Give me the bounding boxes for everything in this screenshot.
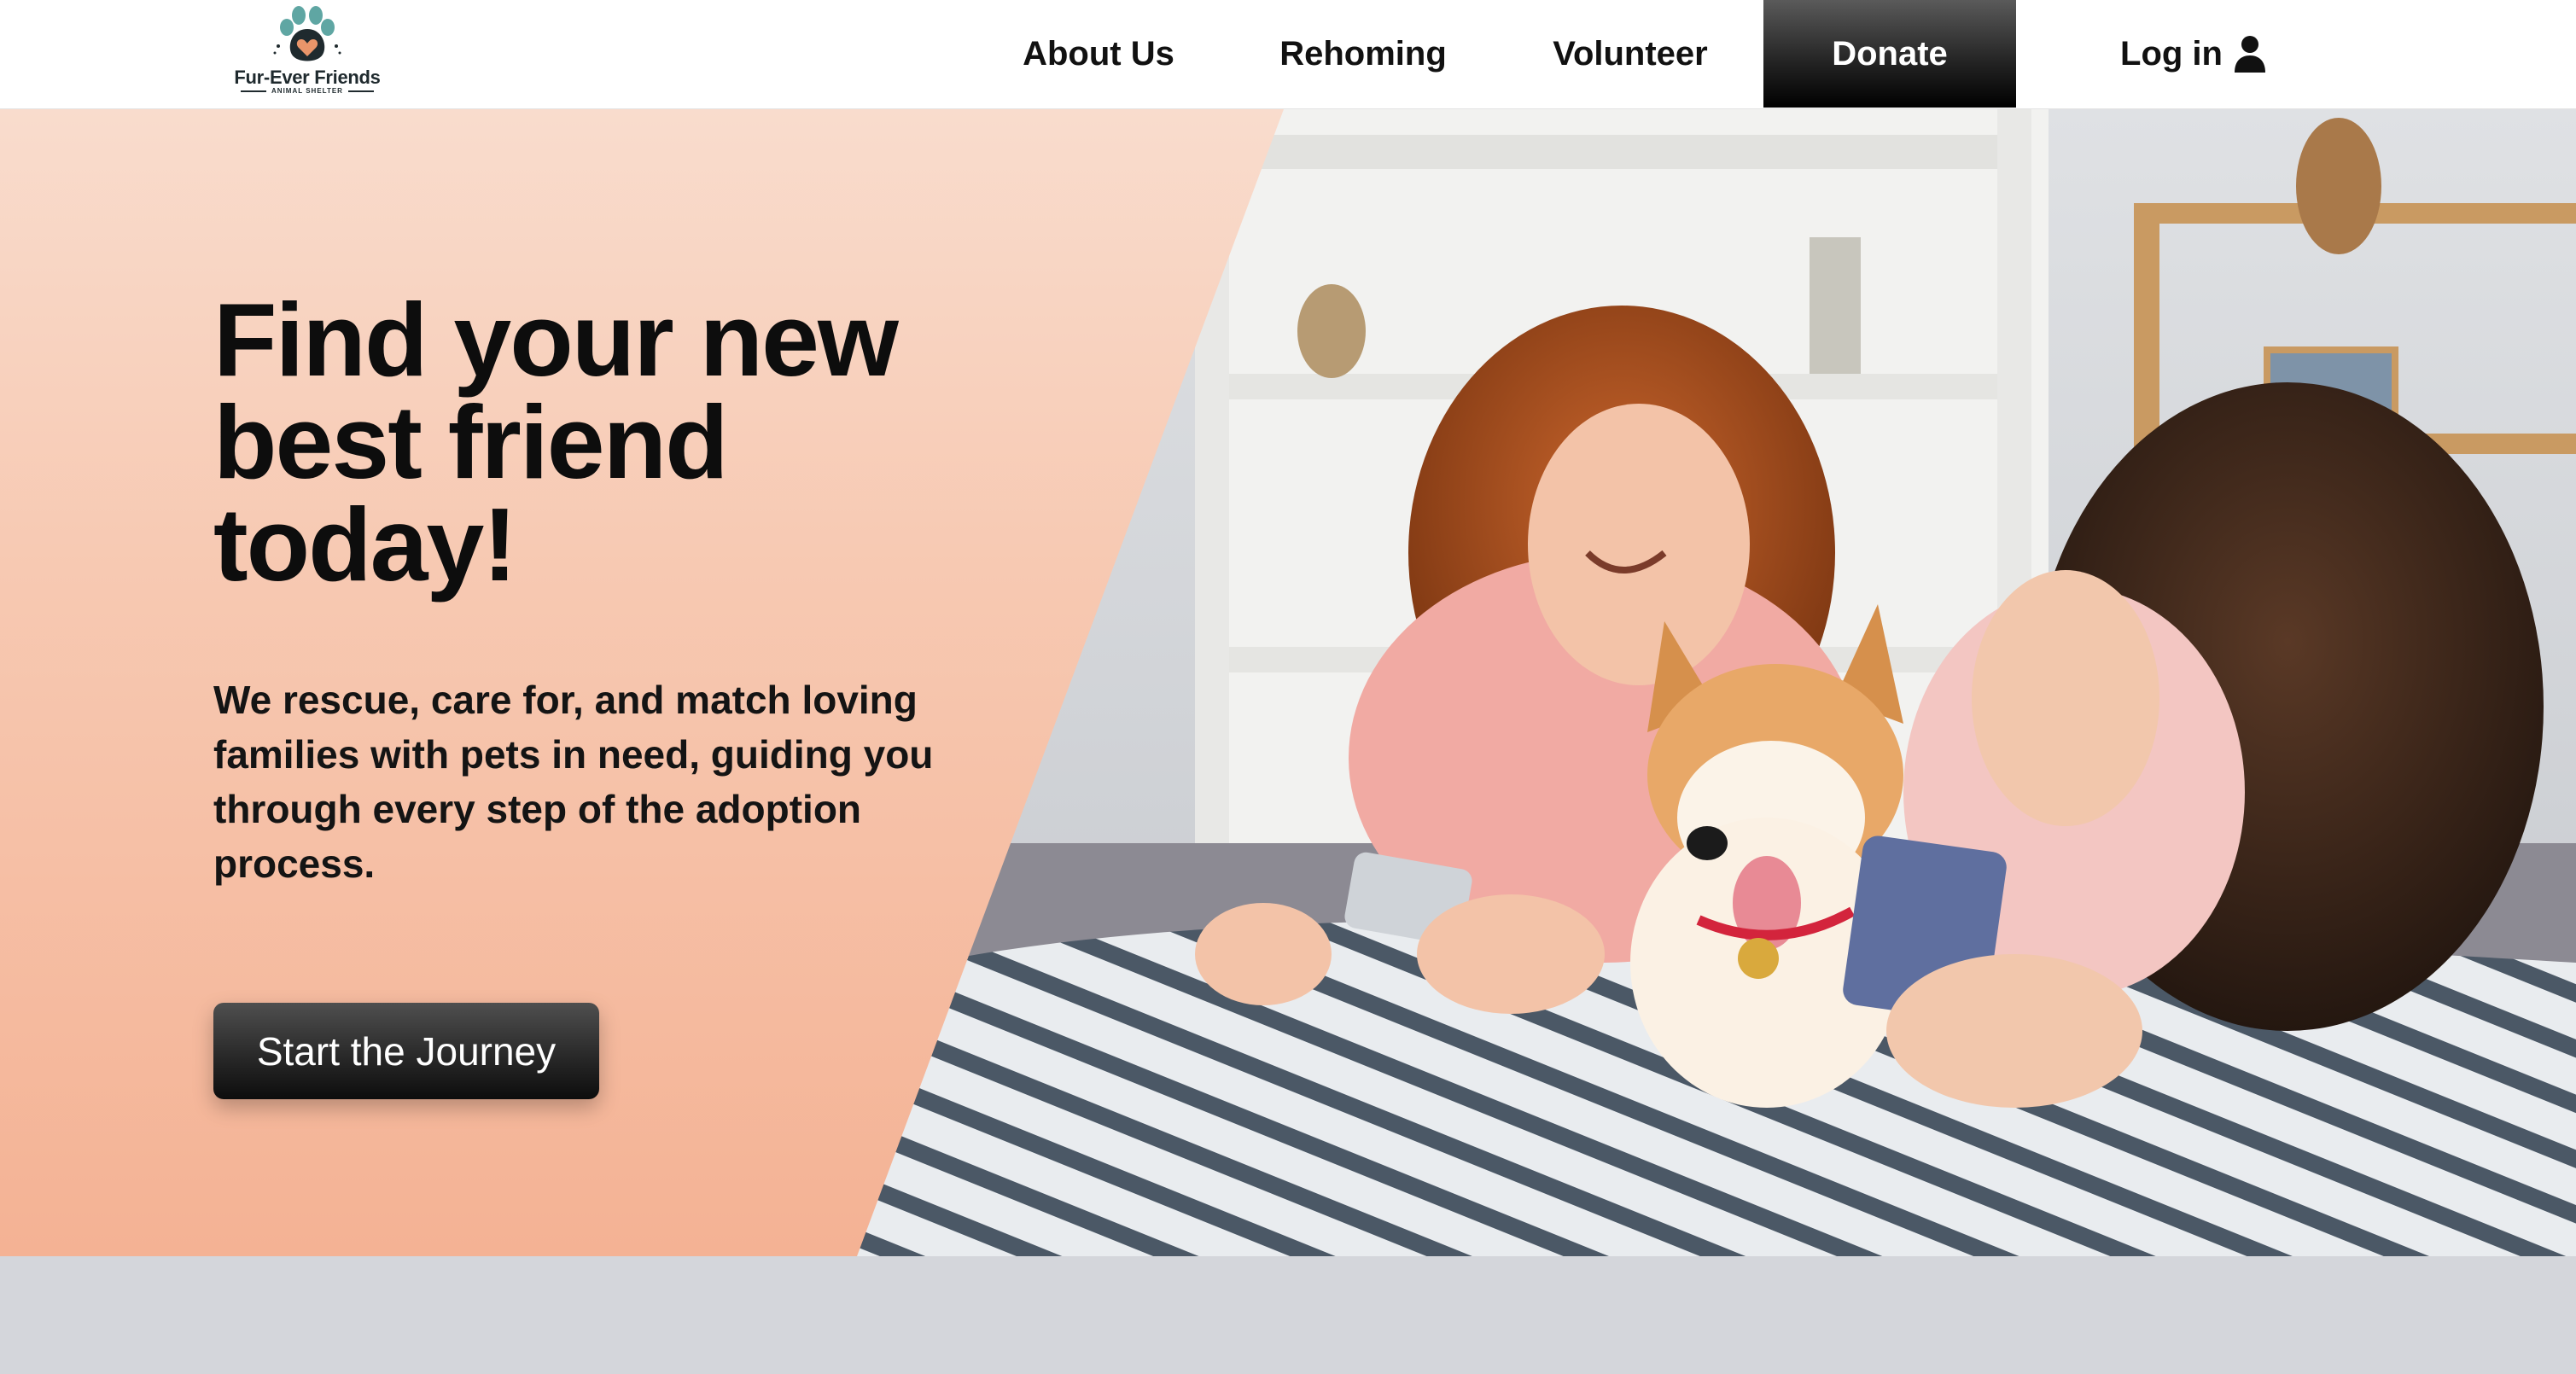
nav-rehoming-label: Rehoming [1279, 34, 1447, 73]
nav-donate-label: Donate [1832, 34, 1948, 73]
hero-subtitle: We rescue, care for, and match loving fa… [213, 678, 934, 886]
next-section-strip [0, 1256, 2576, 1374]
brand-name: Fur-Ever Friends [234, 67, 381, 88]
hero-section: Find your new best friend today! We resc… [0, 109, 2576, 1256]
brand-tagline: ANIMAL SHELTER [230, 87, 384, 95]
hero-title: Find your new best friend today! [213, 282, 899, 603]
nav-donate-button[interactable]: Donate [1763, 0, 2016, 108]
nav-rehoming[interactable]: Rehoming [1263, 0, 1463, 108]
user-icon [2234, 36, 2265, 73]
start-journey-button[interactable]: Start the Journey [213, 1003, 599, 1099]
login-link[interactable]: Log in [2108, 0, 2279, 108]
nav-volunteer-label: Volunteer [1553, 34, 1708, 73]
paw-heart-icon [273, 6, 341, 61]
brand-logo[interactable]: Fur-Ever Friends ANIMAL SHELTER [230, 5, 384, 101]
nav-about-us-label: About Us [1023, 34, 1174, 73]
nav-about-us[interactable]: About Us [999, 0, 1198, 108]
site-header: Fur-Ever Friends ANIMAL SHELTER About Us… [0, 0, 2576, 109]
login-label: Log in [2120, 34, 2223, 73]
nav-volunteer[interactable]: Volunteer [1536, 0, 1724, 108]
